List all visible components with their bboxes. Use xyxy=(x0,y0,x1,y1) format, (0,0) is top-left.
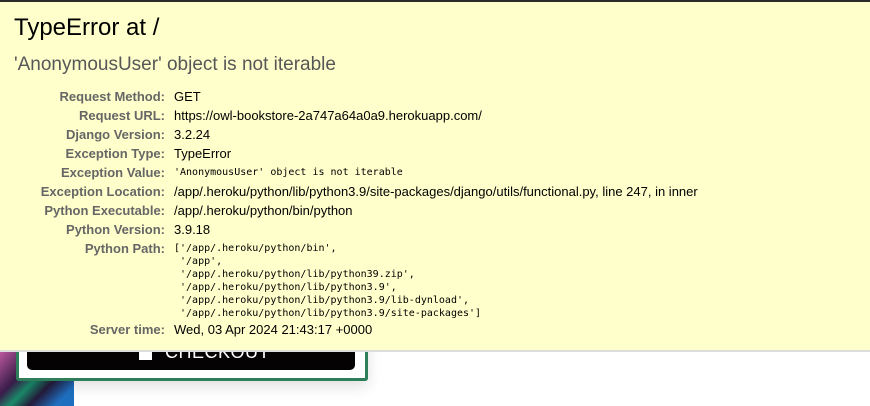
meta-value: TypeError xyxy=(174,146,232,161)
meta-value: /app/.heroku/python/bin/python xyxy=(174,203,353,218)
meta-label: Exception Location: xyxy=(40,184,165,199)
meta-label: Request Method: xyxy=(59,89,165,104)
meta-value: 'AnonymousUser' object is not iterable xyxy=(174,167,403,178)
page-title: TypeError at / xyxy=(14,14,160,41)
meta-row: Exception Location: /app/.heroku/python/l… xyxy=(0,182,698,201)
meta-row: Python Version: 3.9.18 xyxy=(0,220,698,239)
meta-row: Python Path: ['/app/.heroku/python/bin', … xyxy=(0,239,698,320)
meta-label: Django Version: xyxy=(66,127,165,142)
meta-row: Request URL: https://owl-bookstore-2a747a… xyxy=(0,106,698,125)
request-meta-table: Request Method: GET Request URL: https://o… xyxy=(0,87,698,339)
meta-value: 3.9.18 xyxy=(174,222,211,237)
meta-value: https://owl-bookstore-2a747a64a0a9.herok… xyxy=(174,108,482,123)
exception-message: 'AnonymousUser' object is not iterable xyxy=(14,54,336,75)
meta-value: 3.2.24 xyxy=(174,127,211,142)
meta-row: Exception Value: 'AnonymousUser' object i… xyxy=(0,163,698,182)
meta-value: Wed, 03 Apr 2024 21:43:17 +0000 xyxy=(174,322,373,337)
meta-label: Exception Value: xyxy=(60,165,165,180)
meta-label: Request URL: xyxy=(79,108,165,123)
python-path-value: ['/app/.heroku/python/bin', '/app', '/ap… xyxy=(174,243,482,319)
meta-value: ['/app/.heroku/python/bin', '/app', '/ap… xyxy=(174,239,698,320)
meta-label: Server time: xyxy=(89,322,165,337)
meta-label: Python Executable: xyxy=(44,203,165,218)
error-summary: TypeError at / 'AnonymousUser' object is… xyxy=(0,0,870,352)
meta-row: Django Version: 3.2.24 xyxy=(0,125,698,144)
meta-row: Server time: Wed, 03 Apr 2024 21:43:17 +0… xyxy=(0,320,698,339)
meta-label: Python Path: xyxy=(84,241,165,256)
meta-value: GET xyxy=(174,89,201,104)
meta-label: Exception Type: xyxy=(65,146,165,161)
meta-value: /app/.heroku/python/lib/python3.9/site-p… xyxy=(174,184,698,199)
meta-row: Exception Type: TypeError xyxy=(0,144,698,163)
meta-label: Python Version: xyxy=(66,222,165,237)
meta-row: Python Executable: /app/.heroku/python/bi… xyxy=(0,201,698,220)
meta-row: Request Method: GET xyxy=(0,87,698,106)
